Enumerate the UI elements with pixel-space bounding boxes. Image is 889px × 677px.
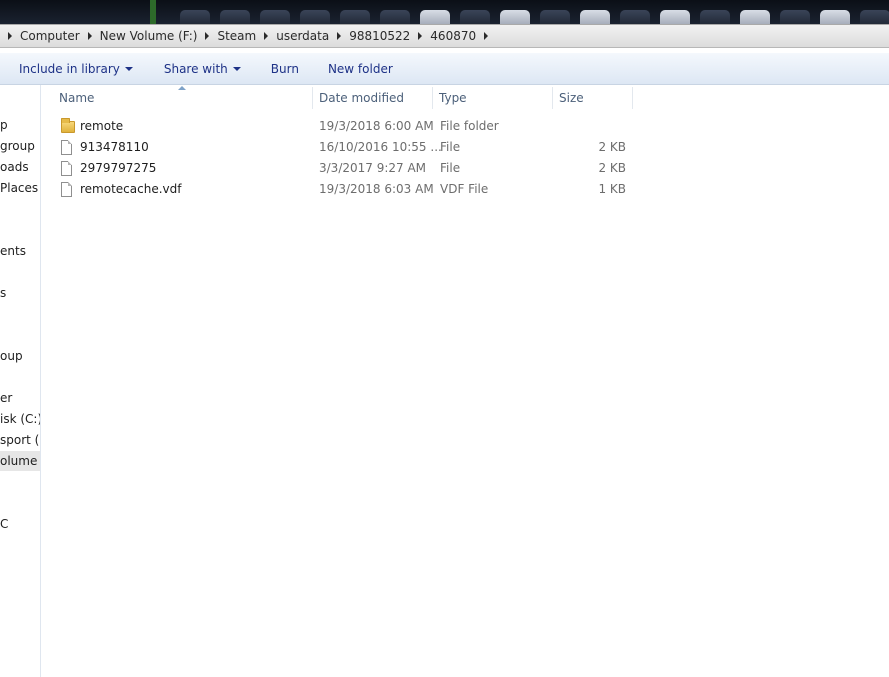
column-header-date-modified[interactable]: Date modified	[313, 87, 433, 109]
burn-label[interactable]: Burn	[271, 62, 299, 76]
nav-item[interactable]: er	[0, 388, 12, 408]
command-toolbar: Include in library Share with Burn New f…	[0, 53, 889, 85]
file-type: File folder	[440, 119, 499, 133]
chevron-right-icon[interactable]	[8, 32, 12, 40]
chevron-right-icon[interactable]	[205, 32, 210, 40]
file-type: File	[440, 140, 461, 154]
nav-item[interactable]: isk (C:)	[0, 409, 40, 429]
chevron-right-icon[interactable]	[484, 32, 489, 40]
window-chrome-strip	[0, 0, 889, 24]
nav-item[interactable]: oup	[0, 346, 23, 366]
file-date-modified: 19/3/2018 6:03 AM	[319, 182, 434, 196]
breadcrumb-label[interactable]: Steam	[217, 29, 256, 43]
file-type: File	[440, 161, 461, 175]
file-row[interactable]: 2979797275 3/3/2017 9:27 AM File 2 KB	[41, 158, 641, 179]
file-row[interactable]: remotecache.vdf 19/3/2018 6:03 AM VDF Fi…	[41, 179, 641, 200]
share-with-button[interactable]: Share with	[164, 62, 241, 76]
file-type: VDF File	[440, 182, 489, 196]
chevron-right-icon[interactable]	[337, 32, 342, 40]
new-folder-label[interactable]: New folder	[328, 62, 393, 76]
chevron-right-icon[interactable]	[87, 32, 92, 40]
file-name[interactable]: 2979797275	[80, 158, 156, 179]
nav-item[interactable]: group	[0, 136, 35, 156]
chevron-down-icon[interactable]	[232, 67, 241, 71]
breadcrumb-new-volume[interactable]: New Volume (F:)	[80, 29, 198, 43]
breadcrumb-label[interactable]: 98810522	[349, 29, 410, 43]
file-size: 2 KB	[598, 161, 626, 175]
nav-item-selected[interactable]: olume (I	[0, 451, 40, 471]
file-icon	[61, 140, 72, 155]
file-date-modified: 16/10/2016 10:55 ...	[319, 140, 442, 154]
chevron-right-icon[interactable]	[418, 32, 423, 40]
breadcrumb-app-id[interactable]: 460870	[410, 29, 496, 43]
column-header-name[interactable]: Name	[53, 87, 313, 109]
file-icon	[61, 182, 72, 197]
breadcrumb-computer[interactable]: Computer	[0, 29, 80, 43]
file-date-modified: 19/3/2018 6:00 AM	[319, 119, 434, 133]
file-icon	[61, 161, 72, 176]
file-name[interactable]: 913478110	[80, 137, 149, 158]
nav-item[interactable]: oads	[0, 157, 29, 177]
chevron-down-icon[interactable]	[124, 67, 133, 71]
file-name[interactable]: remote	[80, 116, 123, 137]
nav-item[interactable]: p	[0, 115, 8, 135]
breadcrumb-userdata[interactable]: userdata	[256, 29, 329, 43]
share-with-label[interactable]: Share with	[164, 62, 228, 76]
address-bar[interactable]: Computer New Volume (F:) Steam userdata …	[0, 24, 889, 48]
file-row[interactable]: remote 19/3/2018 6:00 AM File folder	[41, 116, 641, 137]
file-row[interactable]: 913478110 16/10/2016 10:55 ... File 2 KB	[41, 137, 641, 158]
navigation-pane[interactable]: p group oads Places ents s oup er isk (C…	[0, 85, 41, 677]
nav-item[interactable]: s	[0, 283, 6, 303]
breadcrumb-label[interactable]: Computer	[20, 29, 80, 43]
column-header-size[interactable]: Size	[553, 87, 633, 109]
breadcrumb-label[interactable]: New Volume (F:)	[100, 29, 198, 43]
breadcrumb-user-id[interactable]: 98810522	[329, 29, 410, 43]
nav-item[interactable]: sport (E	[0, 430, 40, 450]
file-size	[560, 116, 626, 137]
new-folder-button[interactable]: New folder	[328, 62, 393, 76]
file-size: 2 KB	[598, 140, 626, 154]
column-header-type[interactable]: Type	[433, 87, 553, 109]
burn-button[interactable]: Burn	[271, 62, 299, 76]
file-size: 1 KB	[598, 182, 626, 196]
include-in-library-label[interactable]: Include in library	[19, 62, 120, 76]
file-date-modified: 3/3/2017 9:27 AM	[319, 161, 427, 175]
breadcrumb-label[interactable]: 460870	[430, 29, 476, 43]
breadcrumb-steam[interactable]: Steam	[197, 29, 256, 43]
chevron-right-icon[interactable]	[264, 32, 269, 40]
file-name[interactable]: remotecache.vdf	[80, 179, 181, 200]
nav-item[interactable]: Places	[0, 178, 38, 198]
folder-icon	[61, 118, 75, 133]
breadcrumb-label[interactable]: userdata	[276, 29, 329, 43]
nav-item[interactable]: C	[0, 514, 8, 534]
include-in-library-button[interactable]: Include in library	[19, 62, 133, 76]
nav-item[interactable]: ents	[0, 241, 26, 261]
